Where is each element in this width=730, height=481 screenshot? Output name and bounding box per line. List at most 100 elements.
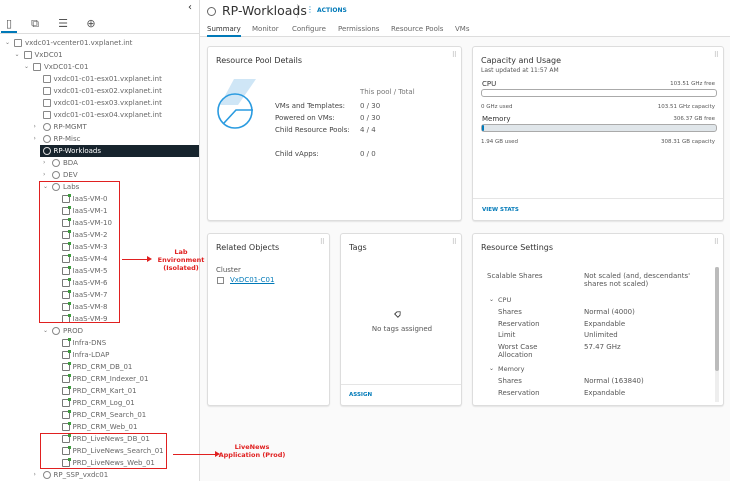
drag-handle-icon[interactable]: ⠿ (452, 51, 457, 59)
tree-item[interactable]: › BDA (0, 157, 199, 169)
no-tags-message: No tags assigned (371, 325, 433, 333)
chevron-down-icon[interactable]: ⌄ (489, 365, 494, 372)
actions-button[interactable]: ACTIONS (317, 7, 347, 14)
livenews-highlight-box (40, 433, 167, 469)
cpu-section-label[interactable]: CPU (498, 296, 511, 304)
row-label: Shares (498, 308, 522, 316)
tree-item[interactable]: › RP_SSP_vxdc01 (0, 469, 199, 481)
tree-item[interactable]: › RP-MGMT (0, 121, 199, 133)
tree-item-label: PRD_CRM_Web_01 (72, 423, 138, 431)
tree-item-label: RP-MGMT (53, 123, 87, 131)
drag-handle-icon[interactable]: ⠿ (714, 238, 719, 246)
cluster-link[interactable]: VxDC01-C01 (230, 276, 274, 284)
tree-item[interactable]: vxdc01-c01-esx01.vxplanet.int (0, 73, 199, 85)
cluster-label: Cluster (216, 266, 241, 274)
tab-resource-pools[interactable]: Resource Pools (391, 25, 443, 37)
cpu-used: 0 GHz used (481, 104, 513, 110)
tree-item[interactable]: ⌄ VxDC01 (0, 49, 199, 61)
assign-link[interactable]: ASSIGN (349, 392, 372, 398)
vms-templates-tab-icon[interactable]: ⧉ (27, 17, 43, 33)
tab-summary[interactable]: Summary (207, 25, 241, 37)
drag-handle-icon[interactable]: ⠿ (452, 238, 457, 246)
scalable-shares-value: Not scaled (and, descendants' shares not… (584, 272, 691, 288)
chevron-down-icon[interactable]: ⌄ (5, 37, 10, 49)
chevron-right-icon[interactable]: › (43, 157, 45, 169)
tree-item-label: VxDC01-C01 (44, 63, 89, 71)
tree-item[interactable]: ⌄ vxdc01-vcenter01.vxplanet.int (0, 37, 199, 49)
hosts-clusters-tab-icon[interactable]: ▯ (1, 17, 17, 33)
tab-configure[interactable]: Configure (292, 25, 326, 37)
tree-item[interactable]: PRD_CRM_Search_01 (0, 409, 199, 421)
card-title: Tags (349, 243, 367, 252)
memory-label: Memory (482, 115, 511, 123)
livenews-annotation: LiveNews Application (Prod) (218, 443, 286, 459)
tree-item[interactable]: › RP-Misc (0, 133, 199, 145)
tree-item[interactable]: vxdc01-c01-esx03.vxplanet.int (0, 97, 199, 109)
view-stats-link[interactable]: VIEW STATS (482, 207, 519, 213)
row-value: 4 / 4 (360, 126, 376, 134)
divider (0, 33, 200, 34)
tab-monitor[interactable]: Monitor (252, 25, 279, 37)
chevron-right-icon[interactable]: › (34, 469, 36, 481)
row-label: Reservation (498, 388, 540, 397)
cluster-icon (33, 63, 41, 71)
tree-item[interactable]: › DEV (0, 169, 199, 181)
row-value: Unlimited (584, 331, 618, 339)
scrollbar[interactable] (715, 267, 719, 402)
chevron-right-icon[interactable]: › (43, 169, 45, 181)
vm-icon (61, 350, 71, 359)
tree-item[interactable]: ⌄ RP-Workloads (34, 145, 199, 157)
labs-highlight-box (39, 181, 120, 323)
storage-tab-icon[interactable]: ☰ (55, 17, 71, 33)
tags-card: Tags ⠿ ⌂ No tags assigned ASSIGN (340, 233, 462, 406)
page-title: RP-Workloads (222, 3, 307, 18)
last-updated: Last updated at 11:57 AM (481, 67, 559, 74)
tree-item[interactable]: vxdc01-c01-esx02.vxplanet.int (0, 85, 199, 97)
memory-section-label[interactable]: Memory (498, 365, 524, 373)
tree-item[interactable]: PRD_CRM_Web_01 (0, 421, 199, 433)
host-icon (42, 99, 51, 107)
vcenter-icon (14, 39, 22, 47)
drag-handle-icon[interactable]: ⠿ (714, 51, 719, 59)
scrollbar-thumb[interactable] (715, 267, 719, 371)
tab-vms[interactable]: VMs (455, 25, 469, 37)
vm-icon (61, 410, 71, 419)
tree-item[interactable]: PRD_CRM_Kart_01 (0, 385, 199, 397)
chevron-down-icon[interactable]: ⌄ (24, 61, 29, 73)
tree-item[interactable]: ⌄ VxDC01-C01 (0, 61, 199, 73)
tree-item-label: vxdc01-vcenter01.vxplanet.int (25, 39, 133, 47)
tree-item[interactable]: Infra-LDAP (0, 349, 199, 361)
memory-used: 1.94 GB used (481, 139, 519, 145)
row-label: Powered on VMs: (275, 114, 335, 122)
row-value: 0 / 30 (360, 114, 381, 122)
cpu-usage-bar (481, 89, 717, 97)
memory-capacity: 308.31 GB capacity (661, 139, 715, 145)
chevron-down-icon[interactable]: ⌄ (43, 325, 48, 337)
tab-permissions[interactable]: Permissions (338, 25, 379, 37)
navigator-sidebar: ‹ ▯ ⧉ ☰ ⊕ ⌄ vxdc01-vcenter01.vxplanet.int… (0, 0, 200, 481)
tree-item-label: RP_SSP_vxdc01 (53, 471, 109, 479)
networking-tab-icon[interactable]: ⊕ (83, 17, 99, 33)
tree-item-label: Infra-LDAP (72, 351, 110, 359)
tree-item[interactable]: ⌄ PROD (0, 325, 199, 337)
drag-handle-icon[interactable]: ⠿ (320, 238, 325, 246)
tree-item[interactable]: PRD_CRM_DB_01 (0, 361, 199, 373)
row-label: Child Resource Pools: (275, 126, 350, 134)
chevron-right-icon[interactable]: › (34, 121, 36, 133)
tree-item[interactable]: Infra-DNS (0, 337, 199, 349)
chevron-right-icon[interactable]: › (34, 133, 36, 145)
tree-item[interactable]: vxdc01-c01-esx04.vxplanet.int (0, 109, 199, 121)
actions-menu-icon[interactable]: ⋮ (306, 5, 314, 14)
tag-icon: ⌂ (391, 306, 406, 321)
chevron-down-icon[interactable]: ⌄ (15, 49, 20, 61)
main-panel: RP-Workloads ⋮ ACTIONS Summary Monitor C… (200, 0, 730, 481)
vm-icon (61, 362, 71, 371)
collapse-sidebar-icon[interactable]: ‹ (188, 2, 192, 13)
chevron-down-icon[interactable]: ⌄ (489, 296, 494, 303)
tree-item[interactable]: PRD_CRM_Indexer_01 (0, 373, 199, 385)
chevron-down-icon[interactable]: ⌄ (34, 145, 39, 157)
card-title: Capacity and Usage (481, 56, 562, 65)
tree-item-label: vxdc01-c01-esx03.vxplanet.int (53, 99, 162, 107)
tree-item[interactable]: PRD_CRM_Log_01 (0, 397, 199, 409)
row-value: Expandable (584, 388, 626, 397)
